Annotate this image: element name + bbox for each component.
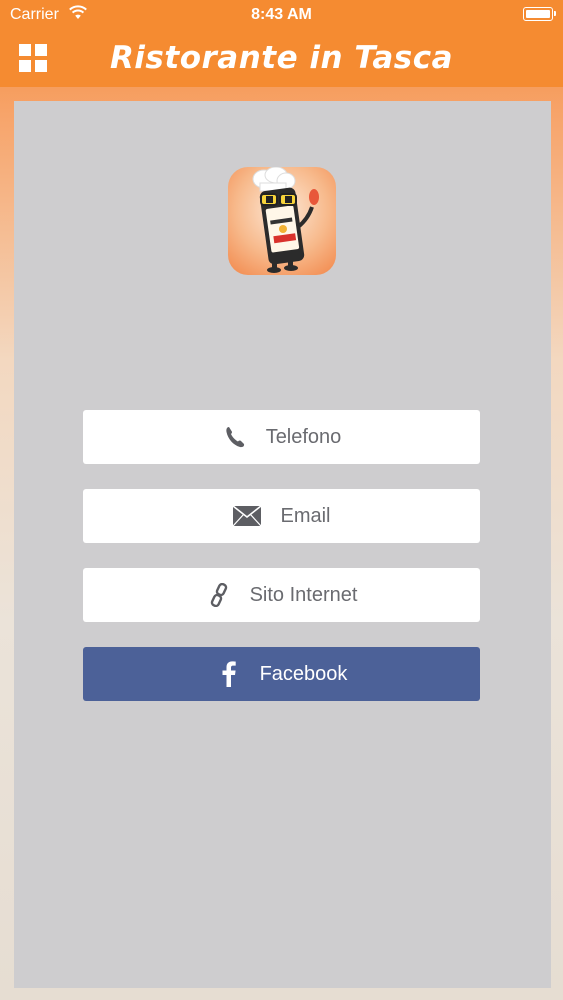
link-icon [206,582,232,608]
website-button[interactable]: Sito Internet [83,568,480,622]
facebook-button-label: Facebook [259,662,348,685]
chef-phone-mascot-icon [252,167,319,273]
battery-icon [523,7,556,21]
phone-button[interactable]: Telefono [83,410,480,464]
content-panel: Telefono Email Sito Internet Facebook [14,101,551,988]
page-title: Ristorante in Tasca [109,40,454,76]
status-bar: Carrier 8:43 AM [0,0,563,30]
email-button-label: Email [280,504,331,527]
facebook-button[interactable]: Facebook [83,647,480,701]
email-button[interactable]: Email [83,489,480,543]
navigation-bar: Ristorante in Tasca [0,30,563,87]
envelope-icon [232,503,262,529]
website-button-label: Sito Internet [249,583,358,606]
app-logo [228,167,336,275]
clock: 8:43 AM [251,6,312,23]
phone-button-label: Telefono [265,425,342,448]
facebook-icon [216,661,242,687]
phone-icon [222,424,248,450]
